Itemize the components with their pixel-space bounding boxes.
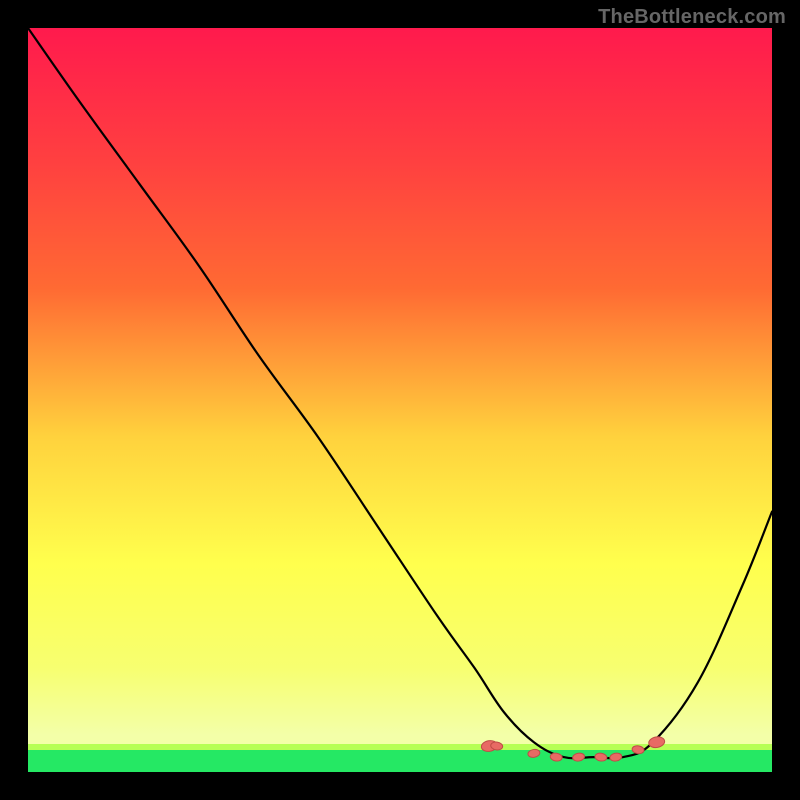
bottleneck-chart-svg <box>28 28 772 772</box>
watermark-text: TheBottleneck.com <box>598 6 786 29</box>
gradient-background <box>28 28 772 772</box>
plot-area <box>28 28 772 772</box>
chart-outer-frame: TheBottleneck.com <box>0 0 800 800</box>
green-band <box>28 750 772 772</box>
